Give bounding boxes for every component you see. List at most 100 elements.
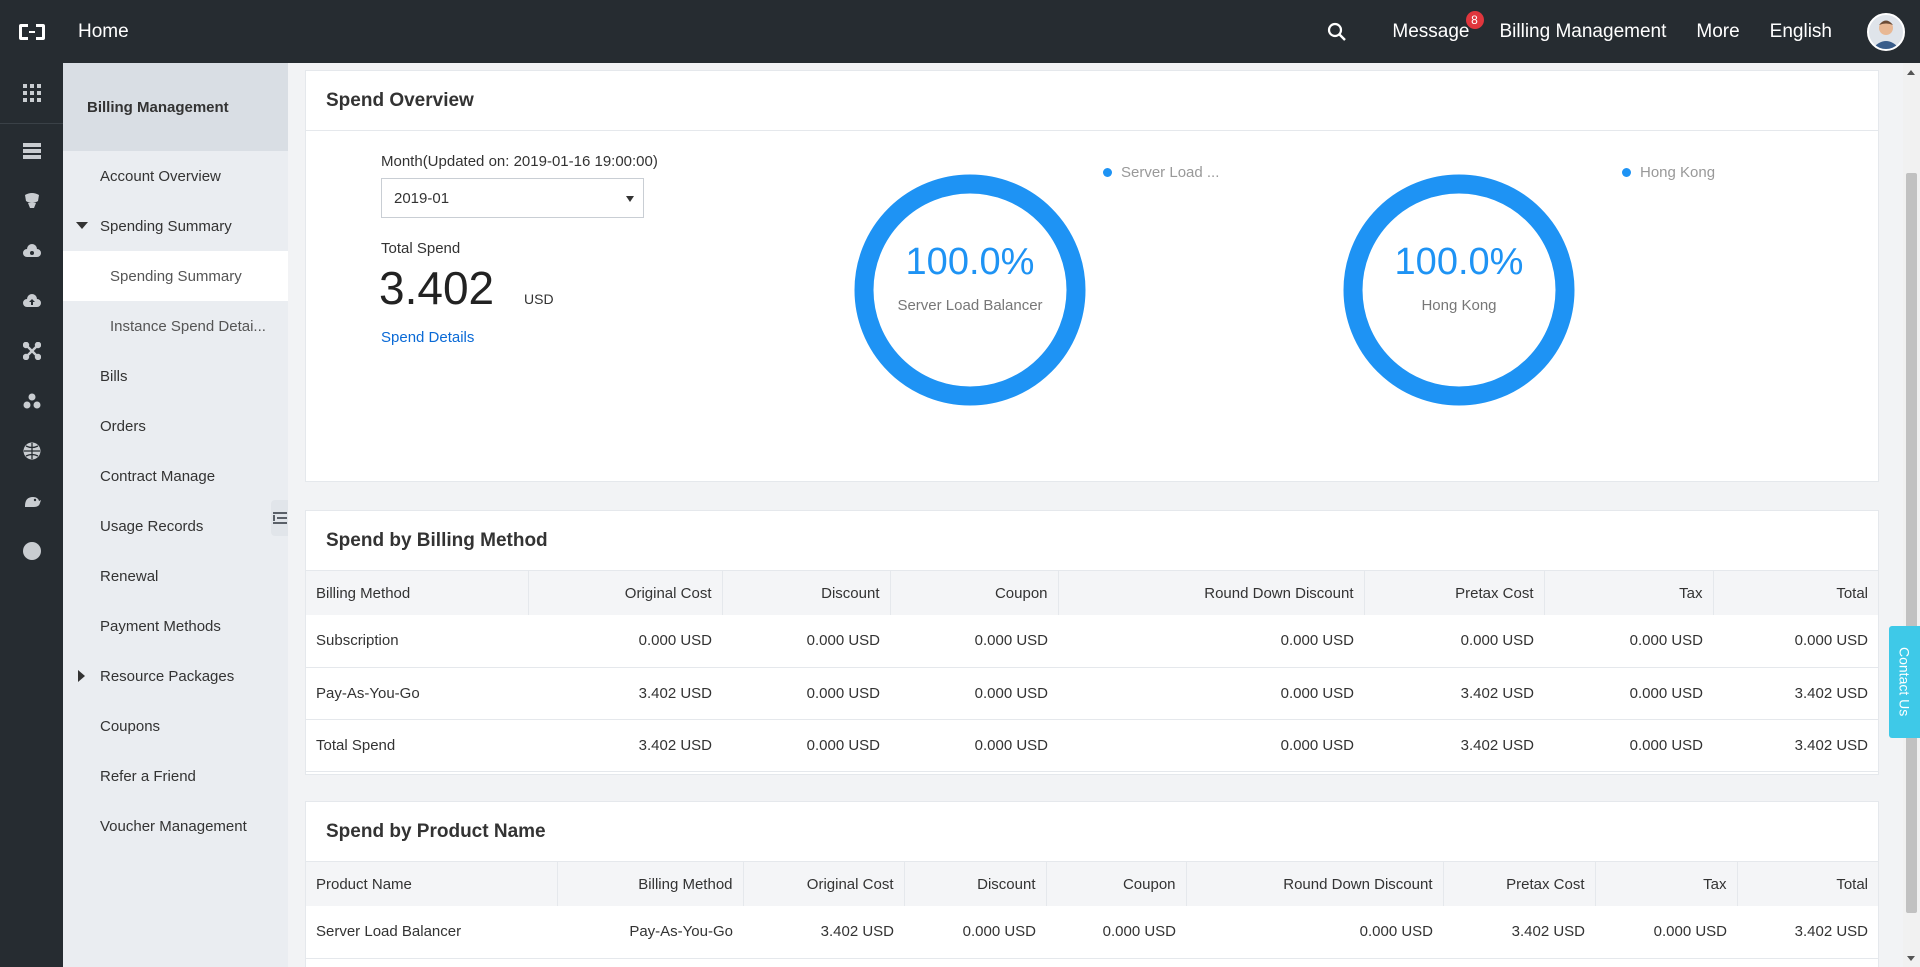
table-cell: 0.000 USD: [1186, 906, 1443, 959]
table-cell: 3.402 USD: [528, 667, 722, 720]
month-select[interactable]: 2019-01: [381, 178, 644, 218]
column-header: Discount: [904, 862, 1047, 906]
table-cell: 0.000 USD: [1058, 667, 1364, 720]
sidebar-item-spending-summary-group[interactable]: Spending Summary: [63, 201, 288, 251]
table-cell: 0.000 USD: [904, 906, 1046, 959]
sidebar-item-payment-methods[interactable]: Payment Methods: [63, 601, 288, 651]
total-spend-unit: USD: [524, 291, 554, 307]
scroll-down-icon[interactable]: [1907, 956, 1915, 961]
sidebar-item-orders[interactable]: Orders: [63, 401, 288, 451]
sidebar-item-spending-summary[interactable]: Spending Summary: [63, 251, 288, 301]
console-logo-icon[interactable]: [0, 0, 63, 63]
top-bar: Home Message 8 Billing Management More E…: [0, 0, 1920, 63]
sidebar-item-contract-manage[interactable]: Contract Manage: [63, 451, 288, 501]
legend-label: Server Load ...: [1121, 164, 1220, 181]
spend-overview-card: Spend Overview Month(Updated on: 2019-01…: [305, 70, 1879, 482]
more-menu[interactable]: More: [1681, 21, 1754, 43]
table-cell: 0.000 USD: [890, 667, 1058, 720]
sidebar-item-bills[interactable]: Bills: [63, 351, 288, 401]
total-spend-label: Total Spend: [381, 240, 461, 257]
table-cell: 0.000 USD: [1544, 615, 1713, 668]
table-cell: 3.402 USD: [1713, 719, 1878, 772]
grid-icon[interactable]: [0, 63, 63, 124]
language-switch[interactable]: English: [1755, 21, 1847, 43]
sidebar-item-refer-a-friend[interactable]: Refer a Friend: [63, 751, 288, 801]
sidebar-item-voucher-management[interactable]: Voucher Management: [63, 801, 288, 851]
column-header: Coupon: [890, 571, 1059, 615]
table-cell: 0.000 USD: [890, 615, 1058, 668]
legend-dot: [1103, 168, 1112, 177]
spend-by-billing-method-card: Spend by Billing Method Billing Method O…: [305, 510, 1879, 775]
column-header: Total: [1713, 571, 1878, 615]
cloud-upload-icon[interactable]: [0, 276, 63, 326]
column-header: Round Down Discount: [1058, 571, 1365, 615]
donut-percent: 100.0%: [905, 241, 1035, 283]
sidebar-item-resource-packages[interactable]: Resource Packages: [63, 651, 288, 701]
column-header: Tax: [1544, 571, 1714, 615]
table-cell: 0.000 USD: [1046, 906, 1186, 959]
column-header: Billing Method: [306, 571, 529, 615]
caret-right-icon: [78, 670, 85, 682]
cluster-icon[interactable]: [0, 376, 63, 426]
donut-arc-hong-kong[interactable]: [1343, 174, 1575, 406]
product-name-table: Product Name Billing Method Original Cos…: [306, 862, 1878, 959]
caret-down-icon: [76, 222, 88, 229]
column-header: Original Cost: [528, 571, 723, 615]
dragon-icon[interactable]: [0, 476, 63, 526]
table-cell: 0.000 USD: [722, 615, 890, 668]
circle-icon[interactable]: [0, 526, 63, 576]
donut-caption: Hong Kong: [1421, 297, 1497, 314]
scroll-up-icon[interactable]: [1907, 70, 1915, 75]
cloud-cog-icon[interactable]: [0, 226, 63, 276]
search-icon[interactable]: [1297, 22, 1377, 42]
region-legend-item[interactable]: Hong Kong: [1622, 164, 1715, 181]
sidebar-collapse-icon[interactable]: [271, 500, 288, 536]
database-icon[interactable]: [0, 176, 63, 226]
column-header: Coupon: [1046, 862, 1187, 906]
sidebar-item-usage-records[interactable]: Usage Records: [63, 501, 288, 551]
table-cell: 0.000 USD: [890, 719, 1058, 772]
message-label: Message: [1392, 20, 1470, 42]
table-cell: 3.402 USD: [1737, 906, 1878, 959]
network-icon[interactable]: [0, 326, 63, 376]
donut-arc-server-load-balancer[interactable]: [854, 174, 1086, 406]
column-header: Round Down Discount: [1186, 862, 1444, 906]
column-header: Product Name: [306, 862, 558, 906]
dropdown-arrow-icon: [626, 196, 634, 202]
page-scrollbar[interactable]: [1903, 63, 1920, 967]
table-cell: 3.402 USD: [1364, 719, 1544, 772]
sidebar-item-coupons[interactable]: Coupons: [63, 701, 288, 751]
table-row: Server Load Balancer Pay-As-You-Go 3.402…: [306, 906, 1878, 959]
table-cell: 0.000 USD: [722, 667, 890, 720]
table-cell: 0.000 USD: [1058, 719, 1364, 772]
billing-management-link[interactable]: Billing Management: [1485, 21, 1682, 43]
product-legend-item[interactable]: Server Load ...: [1103, 164, 1219, 181]
table-cell: Pay-As-You-Go: [557, 906, 743, 959]
user-avatar[interactable]: [1867, 12, 1905, 51]
table-cell: 0.000 USD: [1058, 615, 1364, 668]
sidebar-item-instance-spend-details[interactable]: Instance Spend Detai...: [63, 301, 288, 351]
legend-label: Hong Kong: [1640, 164, 1716, 181]
column-header: Discount: [722, 571, 891, 615]
server-icon[interactable]: [0, 126, 63, 176]
spend-details-link[interactable]: Spend Details: [381, 329, 474, 346]
globe-icon[interactable]: [0, 426, 63, 476]
region-donut-chart[interactable]: 100.0% Hong Kong: [1343, 174, 1575, 406]
table-cell: 3.402 USD: [743, 906, 904, 959]
spend-overview-title: Spend Overview: [306, 71, 1878, 131]
contact-us-tab[interactable]: Contact Us: [1889, 626, 1920, 738]
scrollbar-thumb[interactable]: [1906, 173, 1917, 913]
message-link[interactable]: Message 8: [1377, 10, 1484, 43]
table-cell: 0.000 USD: [528, 615, 722, 668]
product-donut-chart[interactable]: 100.0% Server Load Balancer: [854, 174, 1086, 406]
table-cell: 0.000 USD: [1544, 667, 1713, 720]
home-link[interactable]: Home: [78, 21, 129, 43]
table-cell: 3.402 USD: [1443, 906, 1595, 959]
main-content: Spend Overview Month(Updated on: 2019-01…: [288, 63, 1900, 967]
legend-dot: [1622, 168, 1631, 177]
table-cell: Total Spend: [306, 719, 528, 772]
month-label: Month(Updated on: 2019-01-16 19:00:00): [381, 153, 658, 170]
table-cell: 0.000 USD: [722, 719, 890, 772]
sidebar-item-account-overview[interactable]: Account Overview: [63, 151, 288, 201]
sidebar-item-renewal[interactable]: Renewal: [63, 551, 288, 601]
